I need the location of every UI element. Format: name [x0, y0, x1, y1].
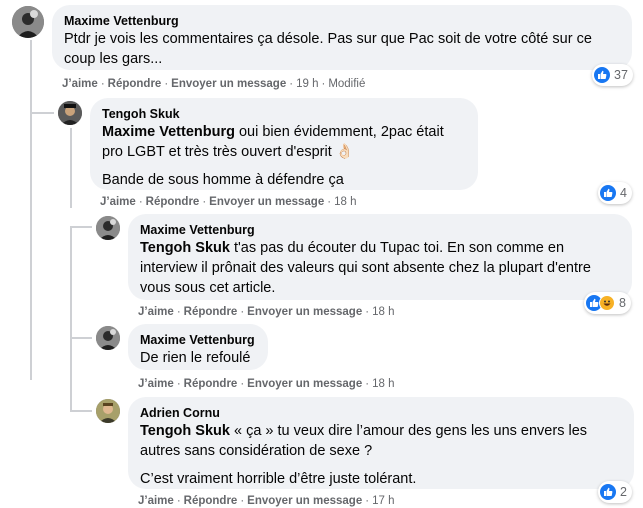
user-avatar-icon[interactable]: [96, 326, 120, 350]
reaction-count: 4: [620, 186, 627, 200]
comment-text: Tengoh Skuk t'as pas du écouter du Tupac…: [140, 240, 591, 296]
reply-button[interactable]: Répondre: [184, 378, 238, 390]
thread-connector: [70, 337, 92, 339]
user-avatar-icon[interactable]: [96, 399, 120, 423]
timestamp[interactable]: 18 h: [372, 378, 394, 390]
like-button[interactable]: J’aime: [62, 78, 98, 90]
thread-line: [70, 228, 72, 412]
send-message-button[interactable]: Envoyer un message: [209, 196, 324, 208]
comment-text: De rien le refoulé: [140, 350, 251, 366]
send-message-button[interactable]: Envoyer un message: [247, 495, 362, 507]
reaction-summary[interactable]: 37: [592, 64, 633, 86]
thread-connector: [70, 410, 92, 412]
send-message-button[interactable]: Envoyer un message: [171, 78, 286, 90]
comment-text: Maxime Vettenburg oui bien évidemment, 2…: [102, 124, 444, 160]
timestamp[interactable]: 19 h: [296, 78, 318, 90]
reaction-count: 8: [619, 296, 626, 310]
comment-text: C’est vraiment horrible d’être juste tol…: [140, 471, 417, 487]
comment-text: Ptdr je vois les commentaires ça désole.…: [64, 31, 592, 67]
user-avatar-icon[interactable]: [96, 216, 120, 240]
send-message-button[interactable]: Envoyer un message: [247, 378, 362, 390]
comment-actions: J’aime · Répondre · Envoyer un message · 18 h: [138, 378, 395, 390]
timestamp[interactable]: 18 h: [334, 196, 356, 208]
comment-text: Tengoh Skuk « ça » tu veux dire l’amour …: [140, 423, 588, 459]
comment-author[interactable]: Maxime Vettenburg: [140, 222, 620, 238]
reaction-count: 2: [620, 485, 627, 499]
comment-author[interactable]: Maxime Vettenburg: [140, 332, 256, 348]
user-avatar-icon[interactable]: [12, 6, 44, 38]
mention-link[interactable]: Tengoh Skuk: [140, 423, 230, 439]
thread-connector: [70, 226, 92, 228]
mention-link[interactable]: Tengoh Skuk: [140, 240, 230, 256]
comment-actions: J’aime · Répondre · Envoyer un message · 17 h: [138, 495, 395, 507]
comment-text: Bande de sous homme à défendre ça: [102, 172, 344, 188]
comment-actions: J’aime · Répondre · Envoyer un message · 19 h ·…: [62, 78, 366, 90]
comment-author[interactable]: Maxime Vettenburg: [64, 13, 620, 29]
reaction-summary[interactable]: 4: [598, 182, 632, 204]
like-button[interactable]: J’aime: [100, 196, 136, 208]
like-icon: [600, 484, 616, 500]
comment-bubble: Maxime Vettenburg Tengoh Skuk t'as pas d…: [128, 214, 632, 300]
timestamp[interactable]: 17 h: [372, 495, 394, 507]
comment-bubble: Tengoh Skuk Maxime Vettenburg oui bien é…: [90, 98, 478, 190]
thread-line: [30, 40, 32, 380]
reaction-summary[interactable]: 8: [584, 292, 631, 314]
thread-connector: [30, 112, 54, 114]
timestamp[interactable]: 18 h: [372, 306, 394, 318]
send-message-button[interactable]: Envoyer un message: [247, 306, 362, 318]
thread-line: [70, 128, 72, 208]
reply-button[interactable]: Répondre: [184, 306, 238, 318]
reaction-count: 37: [614, 68, 628, 82]
comment-bubble: Adrien Cornu Tengoh Skuk « ça » tu veux …: [128, 397, 634, 489]
haha-icon: [599, 295, 615, 311]
like-icon: [594, 67, 610, 83]
like-button[interactable]: J’aime: [138, 378, 174, 390]
comment-bubble: Maxime Vettenburg De rien le refoulé: [128, 324, 268, 370]
edited-label[interactable]: Modifié: [328, 78, 365, 90]
user-avatar-icon[interactable]: [58, 101, 82, 125]
comment-bubble: Maxime Vettenburg Ptdr je vois les comme…: [52, 5, 632, 70]
like-button[interactable]: J’aime: [138, 495, 174, 507]
comment-actions: J’aime · Répondre · Envoyer un message · 18 h: [100, 196, 357, 208]
reaction-summary[interactable]: 2: [598, 481, 632, 503]
reply-button[interactable]: Répondre: [146, 196, 200, 208]
comment-author[interactable]: Tengoh Skuk: [102, 106, 466, 122]
like-button[interactable]: J’aime: [138, 306, 174, 318]
reply-button[interactable]: Répondre: [184, 495, 238, 507]
comment-author[interactable]: Adrien Cornu: [140, 405, 622, 421]
mention-link[interactable]: Maxime Vettenburg: [102, 124, 235, 140]
like-icon: [600, 185, 616, 201]
comment-actions: J’aime · Répondre · Envoyer un message · 18 h: [138, 306, 395, 318]
reply-button[interactable]: Répondre: [108, 78, 162, 90]
